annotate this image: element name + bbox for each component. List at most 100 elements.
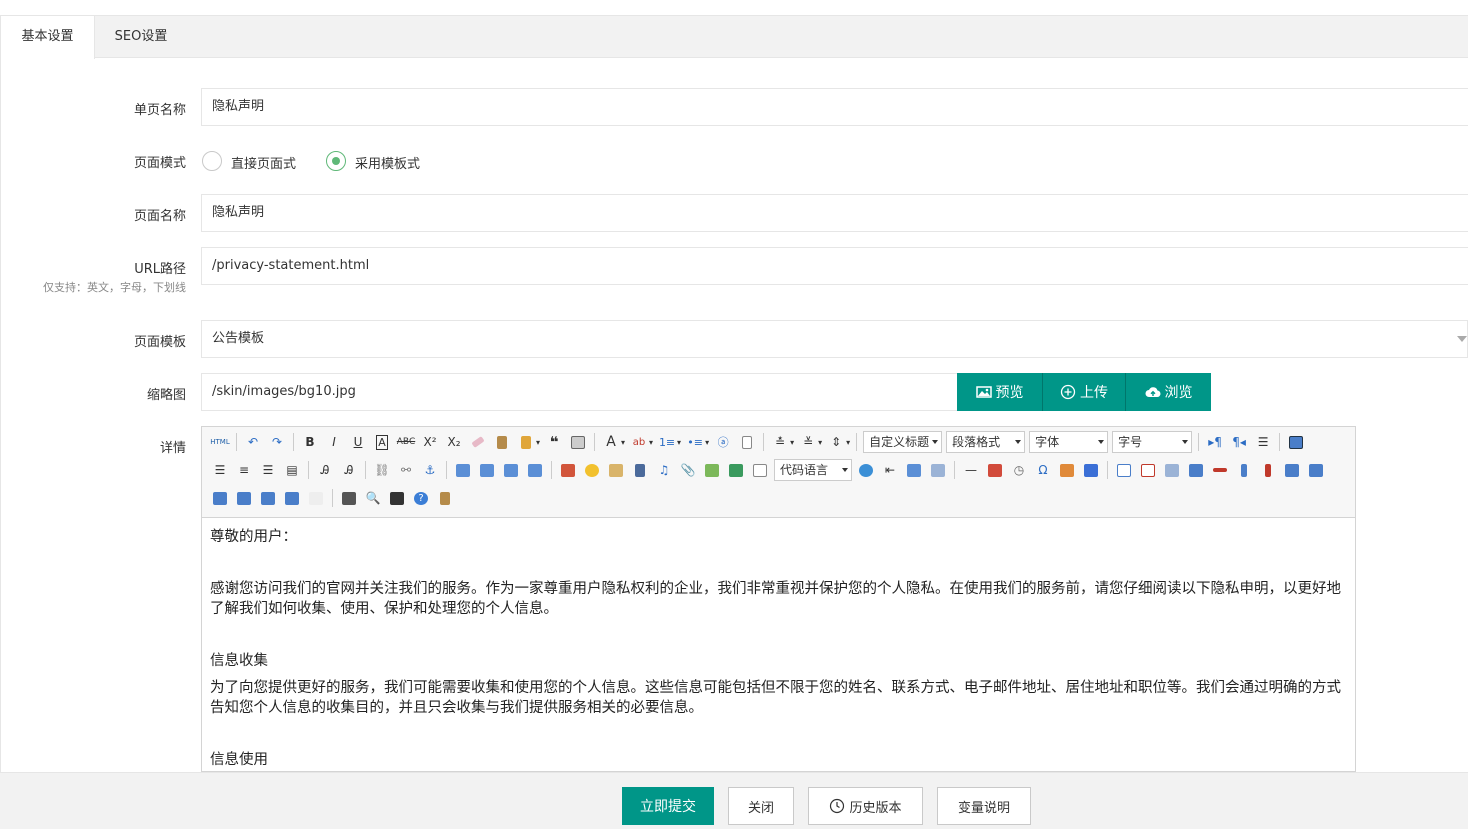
horizontal-rule-icon[interactable]: — (960, 459, 982, 481)
link-icon[interactable]: ⛓ (371, 459, 393, 481)
insert-table-icon[interactable] (1113, 459, 1135, 481)
underline-icon[interactable]: U (347, 431, 369, 453)
font-border-icon[interactable]: A (371, 431, 393, 453)
merge-right-icon[interactable] (1305, 459, 1327, 481)
scrawl-icon[interactable] (605, 459, 627, 481)
strikethrough-icon[interactable]: ABC (395, 431, 417, 453)
page-title-input[interactable]: 隐私声明 (201, 194, 1468, 232)
chevron-down-icon[interactable]: ▾ (677, 438, 681, 447)
font-family-select[interactable]: 字体 (1029, 431, 1109, 453)
ltr-direction-icon[interactable]: ▸¶ (1204, 431, 1226, 453)
split-cells-icon[interactable] (233, 487, 255, 509)
charts-icon[interactable] (305, 487, 327, 509)
special-chars-icon[interactable]: Ω (1032, 459, 1054, 481)
merge-cells-icon[interactable] (1281, 459, 1303, 481)
insert-paragraph-before-table-icon[interactable] (1161, 459, 1183, 481)
preview-button[interactable]: 预览 (957, 373, 1043, 411)
font-size-select[interactable]: 字号 (1112, 431, 1193, 453)
radio-direct-page[interactable] (202, 151, 222, 171)
row-spacing-top-icon[interactable]: ≛ (769, 431, 791, 453)
to-uppercase-icon[interactable]: Ꭿ (314, 459, 336, 481)
align-center-icon[interactable]: ≡ (233, 459, 255, 481)
row-spacing-bottom-icon[interactable]: ≚ (797, 431, 819, 453)
image-left-icon[interactable] (476, 459, 498, 481)
map-icon[interactable] (701, 459, 723, 481)
attachment-icon[interactable]: 📎 (677, 459, 699, 481)
chevron-down-icon[interactable]: ▾ (790, 438, 794, 447)
to-lowercase-icon[interactable]: Ꭿ (338, 459, 360, 481)
word-image-icon[interactable] (1056, 459, 1078, 481)
delete-row-icon[interactable] (1209, 459, 1231, 481)
word-paste-icon[interactable] (1080, 459, 1102, 481)
radio-template-mode-label[interactable]: 采用模板式 (355, 153, 420, 172)
redo-icon[interactable]: ↷ (266, 431, 288, 453)
align-justify-icon[interactable]: ▤ (281, 459, 303, 481)
subscript-icon[interactable]: X₂ (443, 431, 465, 453)
template-select[interactable]: 公告模板 (201, 320, 1468, 358)
search-replace-icon[interactable] (386, 487, 408, 509)
insert-row-icon[interactable] (1185, 459, 1207, 481)
align-left-icon[interactable]: ☰ (209, 459, 231, 481)
date-icon[interactable] (984, 459, 1006, 481)
rtl-direction-icon[interactable]: ¶◂ (1228, 431, 1250, 453)
paste-plain-icon[interactable] (567, 431, 589, 453)
align-right-icon[interactable]: ☰ (257, 459, 279, 481)
browse-button[interactable]: 浏览 (1126, 373, 1211, 411)
blockquote-icon[interactable]: ❝ (543, 431, 565, 453)
music-icon[interactable]: ♫ (653, 459, 675, 481)
insert-col-icon[interactable] (1233, 459, 1255, 481)
chevron-down-icon[interactable]: ▾ (705, 438, 709, 447)
gmap-icon[interactable] (725, 459, 747, 481)
format-painter-icon[interactable] (491, 431, 513, 453)
radio-direct-page-label[interactable]: 直接页面式 (231, 153, 296, 172)
auto-typeset-icon[interactable] (515, 431, 537, 453)
upload-button[interactable]: 上传 (1043, 373, 1126, 411)
preview-icon[interactable]: 🔍 (362, 487, 384, 509)
page-break-icon[interactable]: ⇤ (879, 459, 901, 481)
clear-document-icon[interactable] (736, 431, 758, 453)
delete-col-icon[interactable] (1257, 459, 1279, 481)
tab-seo-settings[interactable]: SEO设置 (95, 16, 187, 58)
superscript-icon[interactable]: X² (419, 431, 441, 453)
radio-template-mode[interactable] (326, 151, 346, 171)
ordered-list-icon[interactable]: 1≡ (656, 431, 678, 453)
fullscreen-icon[interactable] (1285, 431, 1307, 453)
merge-down-icon[interactable] (209, 487, 231, 509)
web-app-icon[interactable] (855, 459, 877, 481)
indent-icon[interactable]: ☰ (1252, 431, 1274, 453)
chevron-down-icon[interactable]: ▾ (818, 438, 822, 447)
background-color-icon[interactable]: ab (628, 431, 650, 453)
tab-basic-settings[interactable]: 基本设置 (0, 16, 95, 59)
page-name-input[interactable]: 隐私声明 (201, 88, 1468, 126)
history-button[interactable]: 历史版本 (808, 787, 923, 825)
split-rows-icon[interactable] (257, 487, 279, 509)
chevron-down-icon[interactable]: ▾ (649, 438, 653, 447)
unlink-icon[interactable]: ⚯ (395, 459, 417, 481)
html-source-button[interactable]: HTML (209, 431, 231, 453)
time-icon[interactable]: ◷ (1008, 459, 1030, 481)
template-icon[interactable] (903, 459, 925, 481)
font-color-icon[interactable]: A (600, 431, 622, 453)
thumbnail-input[interactable]: /skin/images/bg10.jpg (201, 373, 961, 411)
background-icon[interactable] (927, 459, 949, 481)
print-icon[interactable] (338, 487, 360, 509)
submit-button[interactable]: 立即提交 (622, 787, 714, 825)
bold-icon[interactable]: B (299, 431, 321, 453)
help-icon[interactable]: ? (410, 487, 432, 509)
emotion-icon[interactable] (581, 459, 603, 481)
image-right-icon[interactable] (500, 459, 522, 481)
remove-format-icon[interactable] (467, 431, 489, 453)
unordered-list-icon[interactable]: •≡ (684, 431, 706, 453)
drafts-icon[interactable] (434, 487, 456, 509)
chevron-down-icon[interactable]: ▾ (846, 438, 850, 447)
delete-table-icon[interactable] (1137, 459, 1159, 481)
undo-icon[interactable]: ↶ (242, 431, 264, 453)
close-button[interactable]: 关闭 (728, 787, 794, 825)
insert-frame-icon[interactable] (749, 459, 771, 481)
editor-content[interactable]: 尊敬的用户： 感谢您访问我们的官网并关注我们的服务。作为一家尊重用户隐私权利的企… (210, 527, 1350, 770)
select-all-icon[interactable]: ⓐ (712, 431, 734, 453)
chevron-down-icon[interactable]: ▾ (536, 438, 540, 447)
italic-icon[interactable]: I (323, 431, 345, 453)
variables-button[interactable]: 变量说明 (937, 787, 1031, 825)
custom-heading-select[interactable]: 自定义标题 (863, 431, 943, 453)
